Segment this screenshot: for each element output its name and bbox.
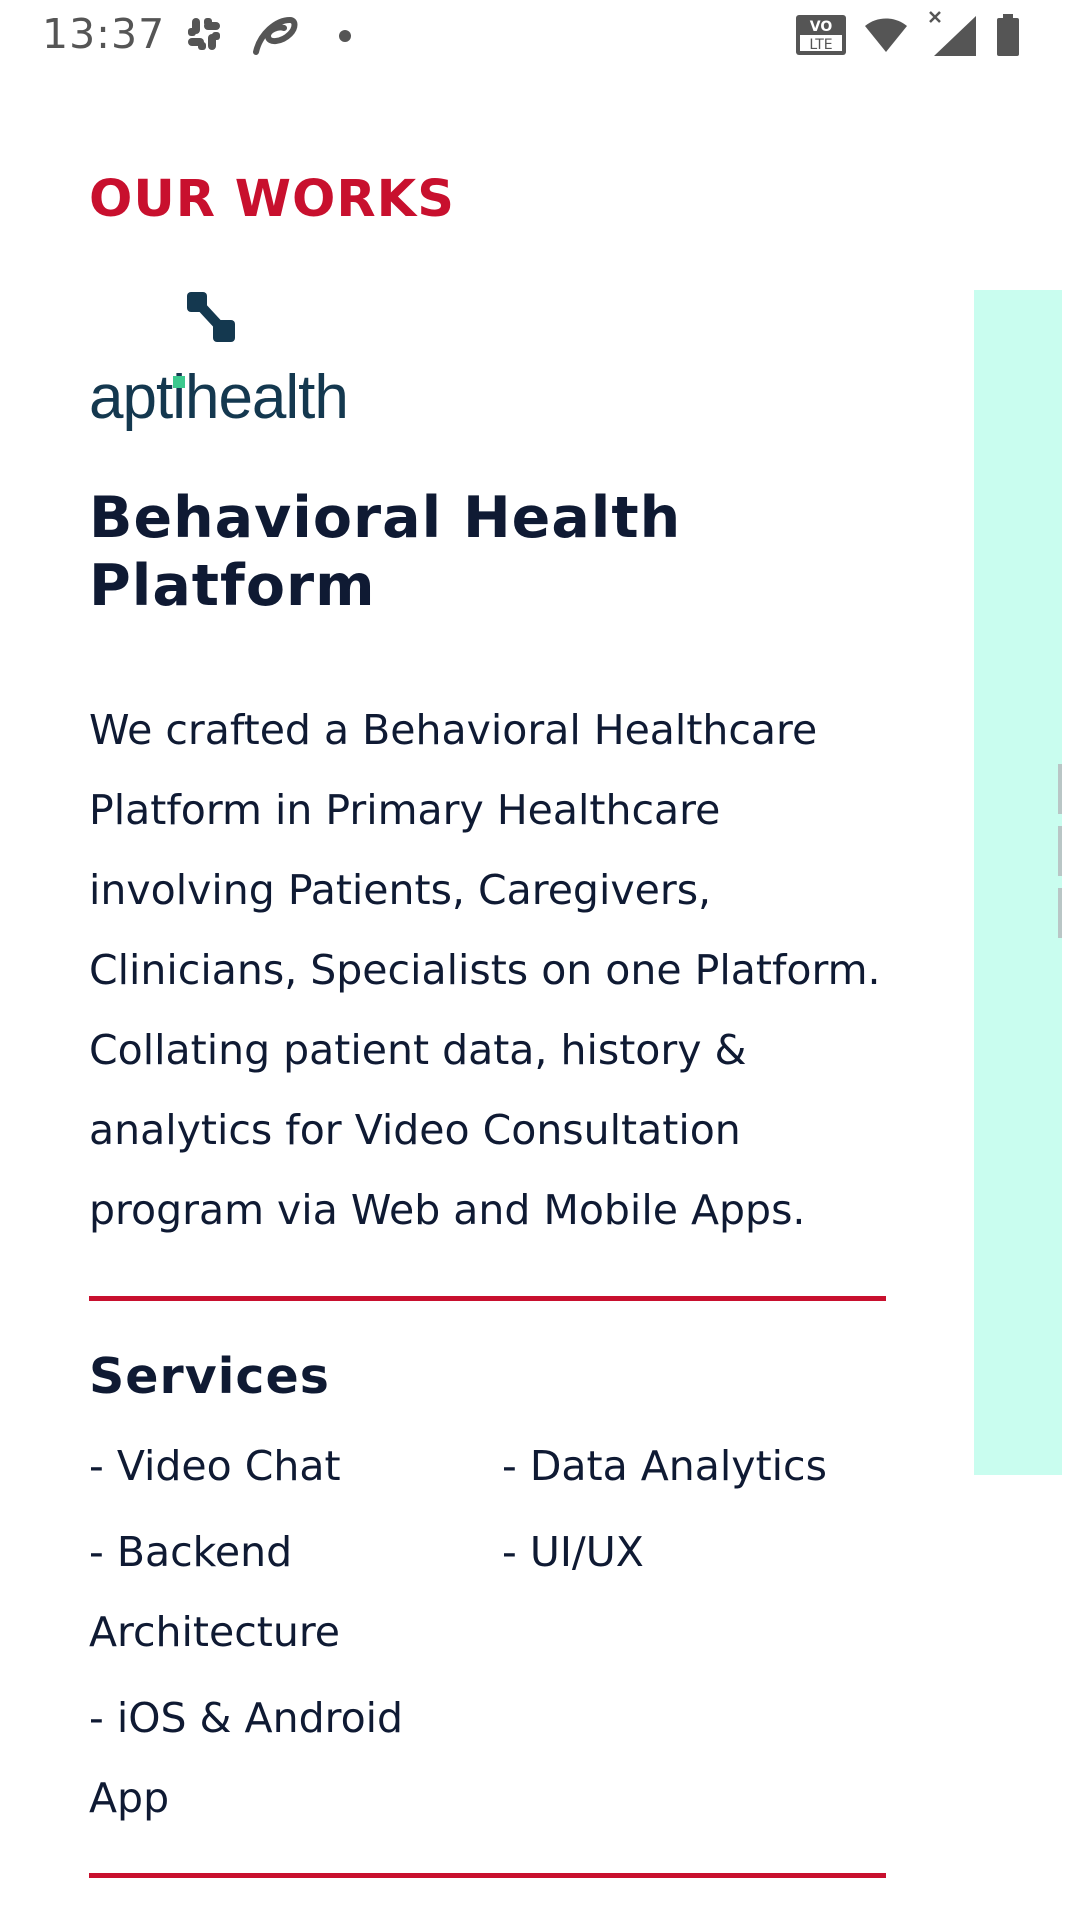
- services-list-left: - Video Chat - Backend Architecture - iO…: [89, 1426, 449, 1844]
- logo-accent: [173, 376, 185, 388]
- aptihealth-logo: aptihealth: [89, 290, 359, 440]
- services-list-right: - Data Analytics - UI/UX: [502, 1426, 862, 1598]
- status-time: 13:37: [42, 10, 166, 58]
- divider: [89, 1873, 886, 1878]
- wifi-icon: [863, 14, 909, 58]
- swirl-icon: [250, 14, 298, 64]
- battery-icon: [996, 14, 1020, 60]
- section-heading: OUR WORKS: [89, 170, 455, 229]
- status-bar: 13:37 VO LTE: [0, 0, 1080, 72]
- signal-icon: [928, 10, 978, 62]
- volte-icon: VO LTE: [795, 14, 847, 60]
- page: 13:37 VO LTE OUR WORKS aptihealth Behavi…: [0, 0, 1080, 1920]
- volte-top-label: VO: [810, 19, 833, 35]
- logo-mark-icon: [185, 290, 241, 354]
- carousel-next-card[interactable]: [974, 290, 1062, 1475]
- service-item: - Data Analytics: [502, 1442, 827, 1490]
- volte-bottom-label: LTE: [809, 37, 832, 53]
- slack-icon: [184, 14, 224, 58]
- project-description: We crafted a Behavioral Healthcare Platf…: [89, 706, 881, 1234]
- service-item: - UI/UX: [502, 1528, 644, 1576]
- notification-dot-icon: [338, 28, 352, 47]
- project-title: Behavioral Health Platform: [89, 485, 682, 619]
- divider: [89, 1296, 886, 1301]
- service-item: - iOS & Android App: [89, 1694, 404, 1822]
- services-heading: Services: [89, 1348, 330, 1405]
- service-item: - Video Chat: [89, 1442, 341, 1490]
- carousel-edge-marks: [1058, 764, 1064, 944]
- service-item: - Backend Architecture: [89, 1528, 341, 1656]
- logo-text: aptihealth: [89, 363, 349, 432]
